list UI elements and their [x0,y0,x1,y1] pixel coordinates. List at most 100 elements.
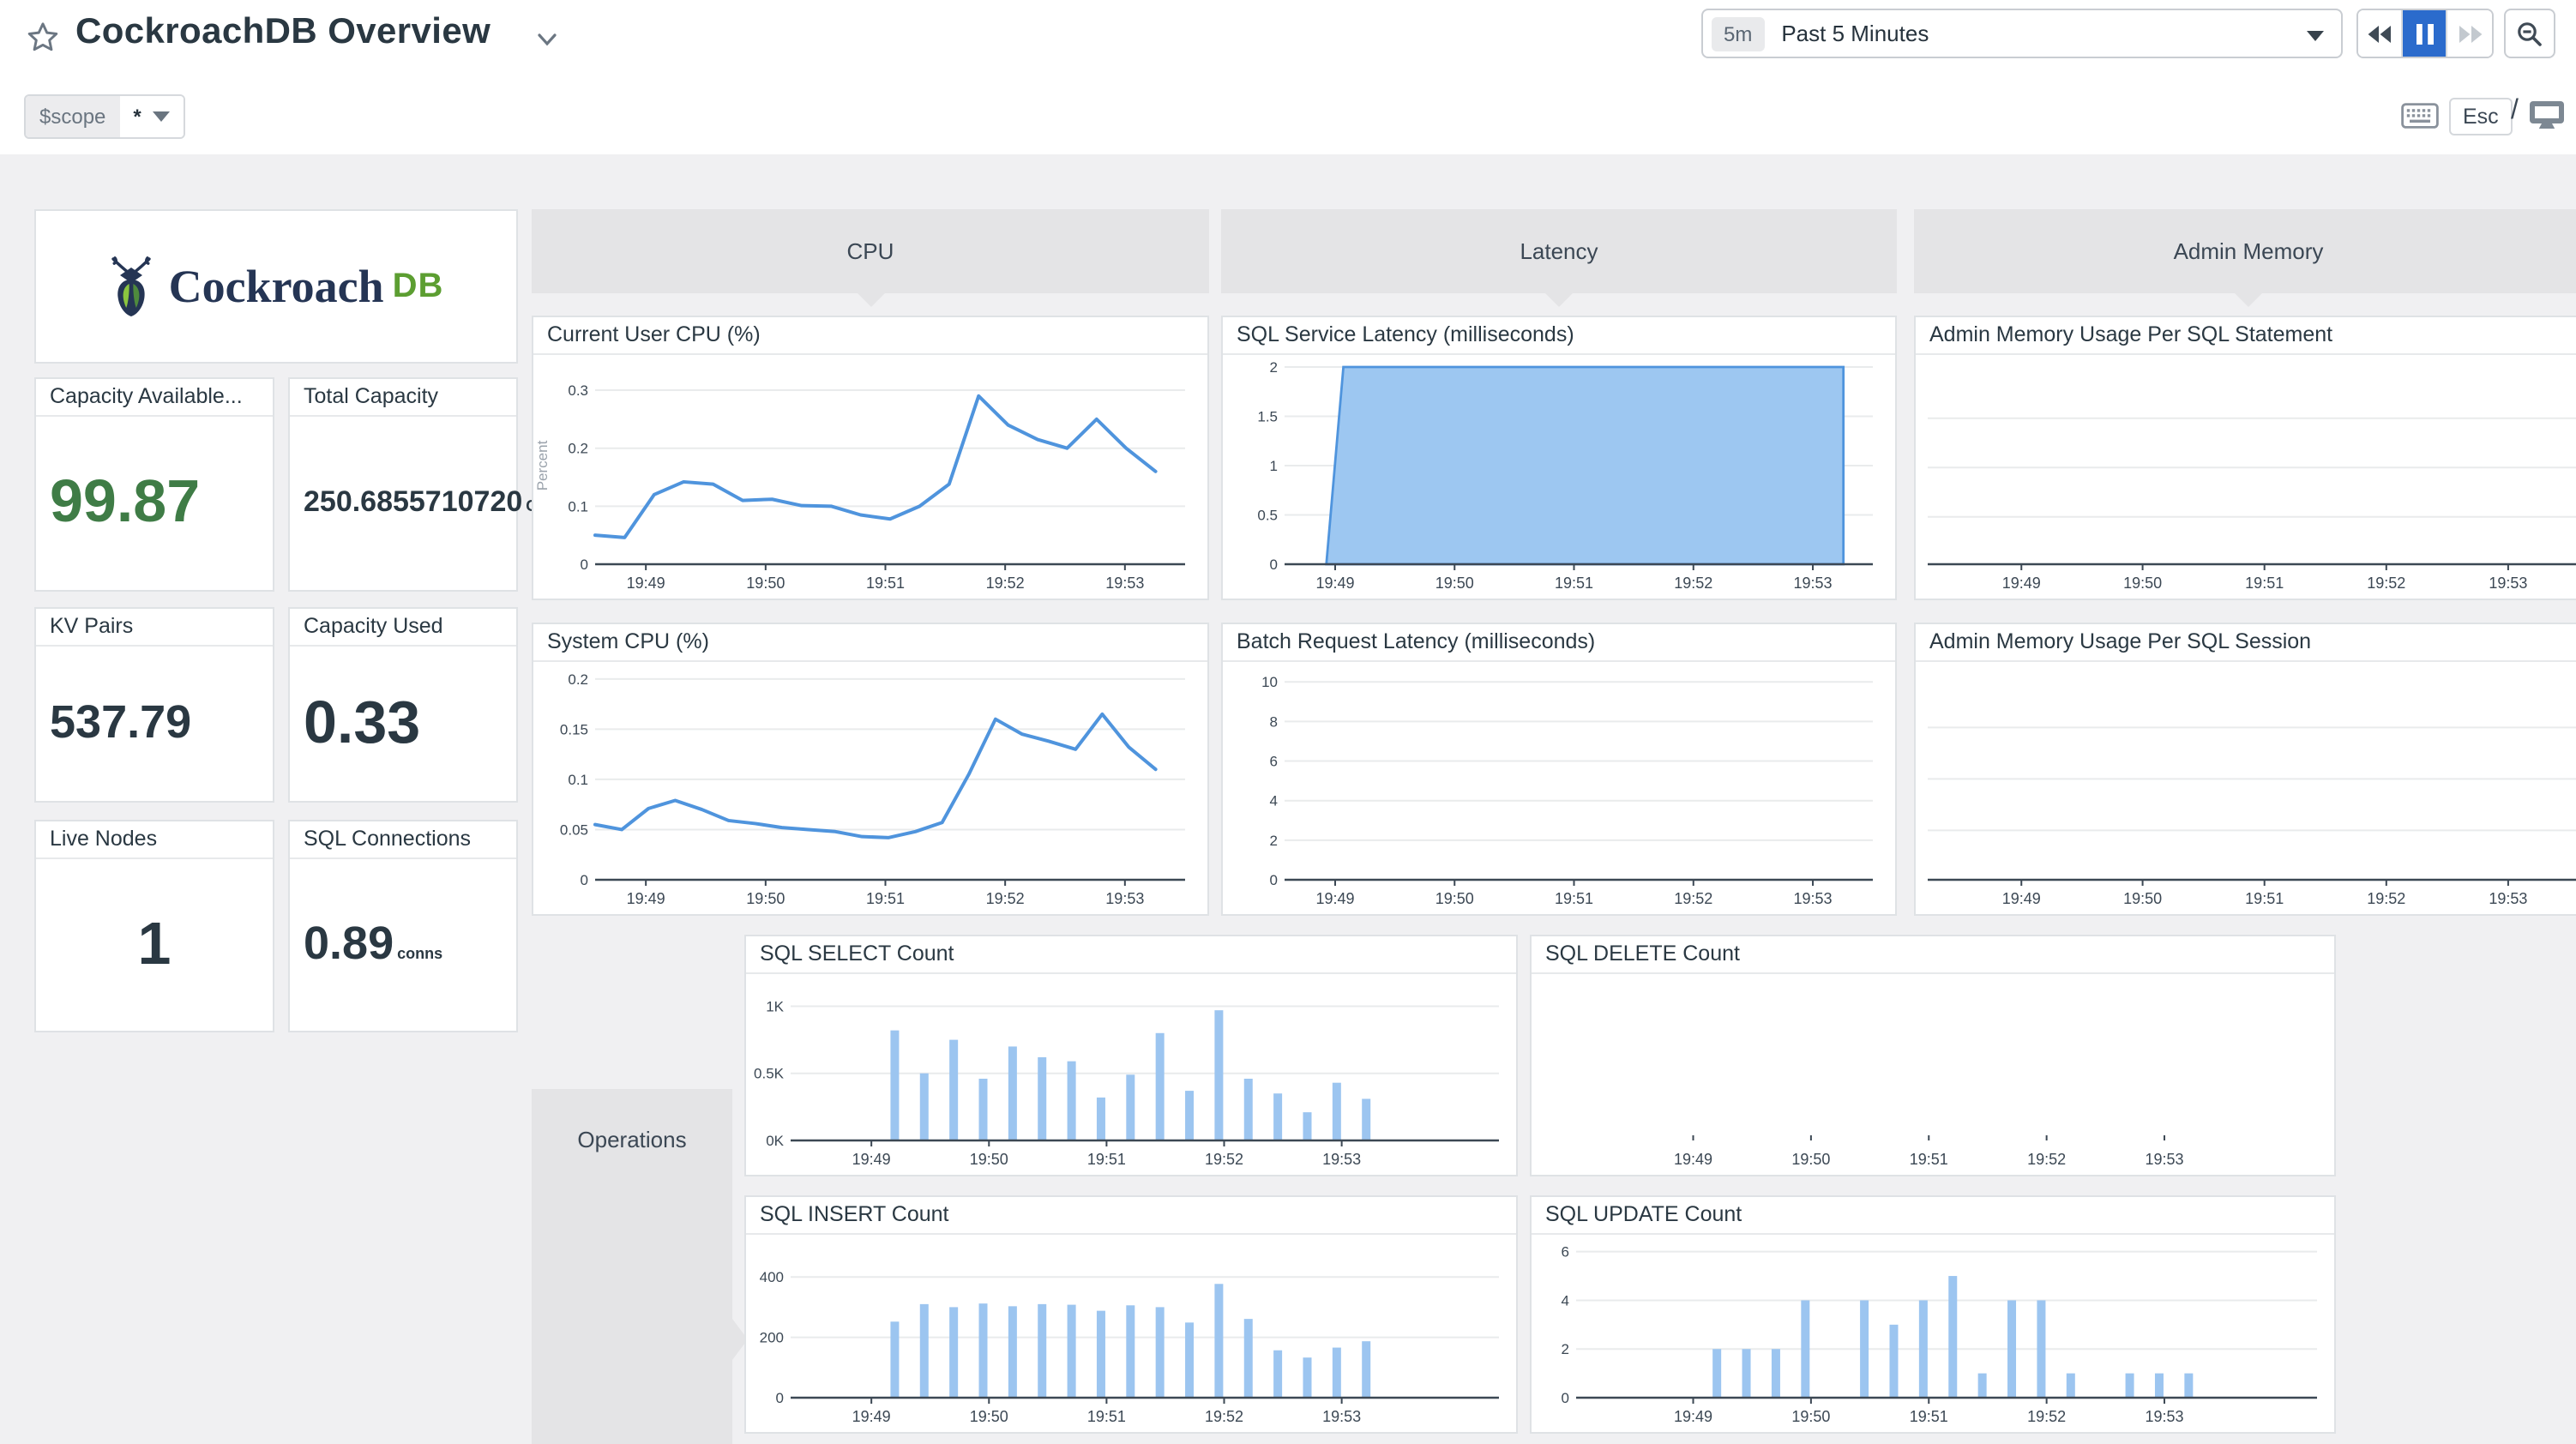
page-title: CockroachDB Overview [75,12,491,51]
svg-text:19:50: 19:50 [746,575,785,592]
sql-insert-count-chart[interactable]: 0 200 400 19:49 19:50 19:51 19:52 19:53 [746,1233,1516,1432]
svg-text:0.2: 0.2 [568,441,588,457]
svg-text:19:49: 19:49 [2002,575,2041,592]
svg-text:19:53: 19:53 [1322,1408,1361,1425]
group-title: Operations [577,1127,687,1152]
time-range-caret-icon [2307,31,2324,41]
svg-text:19:53: 19:53 [2145,1151,2183,1168]
svg-text:19:53: 19:53 [2145,1408,2183,1425]
playback-controls [2356,9,2494,58]
svg-text:19:52: 19:52 [1674,575,1712,592]
zoom-out-button[interactable] [2504,9,2555,58]
fast-forward-button[interactable] [2447,10,2492,57]
pause-button[interactable] [2403,10,2447,57]
group-notch [857,293,884,307]
dashboard-page: CockroachDB Overview 5m Past 5 Minutes $… [0,0,2576,1444]
svg-text:19:52: 19:52 [986,575,1025,592]
svg-text:0: 0 [581,557,588,573]
group-header-admin-memory[interactable]: Admin Memory [1914,209,2576,307]
chart-card-sql-update-count: SQL UPDATE Count 0 2 4 6 19:49 19:50 19:51 19:5… [1530,1195,2336,1434]
scope-variable-name: $scope [26,96,120,137]
slash-separator: / [2511,96,2519,125]
group-header-cpu[interactable]: CPU [532,209,1209,307]
sql-select-count-chart[interactable]: 0K 0.5K 1K 19:49 19:50 19:51 19:52 19:53 [746,972,1516,1175]
admin-memory-statement-chart[interactable]: 19:49 19:50 19:51 19:52 19:53 [1916,353,2576,599]
svg-text:0: 0 [776,1390,784,1406]
svg-text:19:53: 19:53 [1794,575,1833,592]
stat-card-total-capacity: Total Capacity 250.6855710720GB [288,377,549,592]
svg-text:19:52: 19:52 [2027,1151,2066,1168]
sql-delete-count-chart[interactable]: 19:49 19:50 19:51 19:52 19:53 [1532,972,2334,1175]
title-chevron-down-icon[interactable] [535,27,559,51]
stat-value: 537.79 [50,696,192,748]
chart-card-sql-select-count: SQL SELECT Count 0K 0.5K 1K 19:49 19:50 19:51… [744,935,1518,1176]
dashboard-canvas: Cockroach DB Capacity Available... 99.87… [0,154,2576,1444]
svg-text:6: 6 [1562,1244,1569,1260]
chart-card-admin-memory-session: Admin Memory Usage Per SQL Session 19:49… [1914,623,2576,916]
svg-text:0: 0 [1270,872,1278,888]
svg-text:8: 8 [1270,713,1278,730]
time-range-label: Past 5 Minutes [1781,21,1929,46]
stat-unit: conns [397,945,443,962]
system-cpu-chart[interactable]: 0 0.05 0.1 0.15 0.2 19:49 19:50 19:51 19:52 19:53 [533,660,1207,914]
svg-text:400: 400 [760,1269,784,1285]
svg-text:0.15: 0.15 [560,721,588,737]
sql-service-latency-chart[interactable]: 0 0.5 1 1.5 2 19:49 19:50 19:51 19:52 19:53 [1223,353,1895,599]
esc-key-button[interactable]: Esc [2449,98,2513,135]
tv-mode-icon[interactable] [2528,99,2566,130]
group-notch [2235,293,2262,307]
svg-text:19:51: 19:51 [1555,890,1593,907]
chart-title: Current User CPU (%) [533,317,1207,355]
favorite-star-icon[interactable] [24,19,62,57]
group-title: CPU [846,238,894,264]
svg-text:1K: 1K [766,998,784,1014]
rewind-icon [2368,25,2391,42]
chart-title: Admin Memory Usage Per SQL Session [1916,624,2576,662]
svg-text:4: 4 [1270,793,1278,809]
svg-text:19:51: 19:51 [1910,1151,1948,1168]
group-title: Latency [1520,238,1598,264]
top-bar: CockroachDB Overview 5m Past 5 Minutes [0,0,2576,82]
svg-text:19:53: 19:53 [2489,575,2527,592]
svg-text:200: 200 [760,1330,784,1346]
svg-text:19:49: 19:49 [1674,1408,1712,1425]
group-header-operations[interactable]: Operations [532,1089,748,1444]
svg-text:0.1: 0.1 [568,498,588,514]
svg-text:0.1: 0.1 [568,772,588,788]
time-range-picker[interactable]: 5m Past 5 Minutes [1701,9,2343,58]
chart-title: Admin Memory Usage Per SQL Statement [1916,317,2576,355]
svg-text:19:52: 19:52 [2367,890,2405,907]
zoom-out-icon [2518,21,2542,45]
svg-text:19:50: 19:50 [1791,1151,1830,1168]
admin-memory-session-chart[interactable]: 19:49 19:50 19:51 19:52 19:53 [1916,660,2576,914]
svg-text:19:53: 19:53 [1105,575,1144,592]
sql-update-count-chart[interactable]: 0 2 4 6 19:49 19:50 19:51 19:52 19:53 [1532,1233,2334,1432]
batch-request-latency-chart[interactable]: 0 2 4 6 8 10 19:49 19:50 19:51 19:52 19:53 [1223,660,1895,914]
stat-card-live-nodes: Live Nodes 1 [34,820,274,1032]
chart-card-system-cpu: System CPU (%) 0 0.05 0.1 0.15 0.2 19:49 19:50… [532,623,1209,916]
chart-title: SQL UPDATE Count [1532,1197,2334,1235]
svg-text:0.05: 0.05 [560,821,588,838]
stat-title: SQL Connections [290,821,516,859]
rewind-button[interactable] [2358,10,2403,57]
svg-text:2: 2 [1270,359,1278,376]
keyboard-icon[interactable] [2401,103,2439,129]
svg-text:19:51: 19:51 [1555,575,1593,592]
svg-text:19:52: 19:52 [1205,1151,1243,1168]
svg-text:19:49: 19:49 [2002,890,2041,907]
svg-text:19:49: 19:49 [627,575,665,592]
template-variable-bar: $scope * Esc / [0,82,2576,154]
svg-text:19:53: 19:53 [1105,890,1144,907]
stat-value: 250.6855710720GB [290,485,549,520]
scope-variable-selector[interactable]: $scope * [24,94,186,139]
svg-text:19:53: 19:53 [1322,1151,1361,1168]
svg-text:19:51: 19:51 [2245,575,2284,592]
chart-card-admin-memory-statement: Admin Memory Usage Per SQL Statement 19:… [1914,316,2576,600]
current-user-cpu-chart[interactable]: 0 0.1 0.2 0.3 19:49 19:50 19:51 19:52 19:53 Perce… [533,353,1207,599]
chart-title: SQL SELECT Count [746,936,1516,974]
chart-card-sql-delete-count: SQL DELETE Count 19:49 19:50 19:51 19:52 19:… [1530,935,2336,1176]
group-header-latency[interactable]: Latency [1221,209,1897,307]
stat-value: 99.87 [50,468,201,535]
svg-text:19:50: 19:50 [2123,890,2162,907]
chart-title: System CPU (%) [533,624,1207,662]
